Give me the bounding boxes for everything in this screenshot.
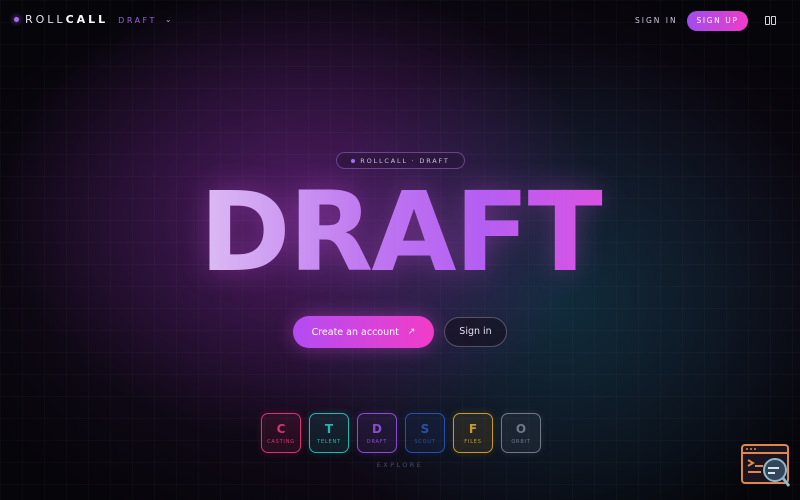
browser-magnifier-icon[interactable]: [741, 444, 791, 488]
module-tile-draft[interactable]: D DRAFT: [357, 413, 397, 453]
signin-button[interactable]: Sign in: [444, 317, 507, 347]
nav-signin-link[interactable]: SIGN IN: [635, 16, 678, 25]
brand-name-call: CALL: [65, 13, 109, 26]
create-account-label: Create an account: [311, 326, 399, 338]
brand-dot-icon: [14, 17, 19, 22]
module-label: CASTING: [267, 438, 295, 445]
module-label: ORBIT: [511, 438, 531, 445]
chevron-down-icon[interactable]: ⌄: [165, 15, 172, 24]
module-label: DRAFT: [366, 438, 388, 445]
brand-name-roll: ROLL: [25, 13, 66, 26]
badge-text: ROLLCALL · DRAFT: [360, 156, 450, 165]
module-label: FILES: [464, 438, 482, 445]
module-label: SCOUT: [414, 438, 436, 445]
badge-dot-icon: [351, 158, 356, 163]
brand-menu[interactable]: ROLL CALL DRAFT ⌄: [14, 13, 172, 26]
module-letter: D: [372, 421, 382, 436]
top-bar: ROLL CALL DRAFT ⌄ SIGN IN SIGN UP: [0, 0, 800, 42]
explore-label: EXPLORE: [376, 461, 424, 469]
nav-signup-button[interactable]: SIGN UP: [687, 11, 748, 31]
module-tile-casting[interactable]: C CASTING: [261, 413, 301, 453]
module-tile-telent[interactable]: T TELENT: [309, 413, 349, 453]
module-letter: S: [420, 421, 430, 436]
module-tile-orbit[interactable]: O ORBIT: [501, 413, 541, 453]
module-label: TELENT: [317, 438, 341, 445]
brand-edition: DRAFT: [118, 16, 157, 25]
module-letter: C: [276, 421, 286, 436]
panels-icon[interactable]: [765, 16, 777, 26]
module-tile-scout[interactable]: S SCOUT: [405, 413, 445, 453]
create-account-button[interactable]: Create an account ↗: [293, 316, 434, 348]
hero-badge: ROLLCALL · DRAFT: [336, 152, 465, 169]
module-letter: O: [515, 421, 527, 436]
module-letter: T: [324, 421, 334, 436]
module-letter: F: [468, 421, 478, 436]
hero-title: DRAFT: [0, 172, 800, 292]
module-tile-files[interactable]: F FILES: [453, 413, 493, 453]
arrow-up-right-icon: ↗: [407, 327, 416, 337]
